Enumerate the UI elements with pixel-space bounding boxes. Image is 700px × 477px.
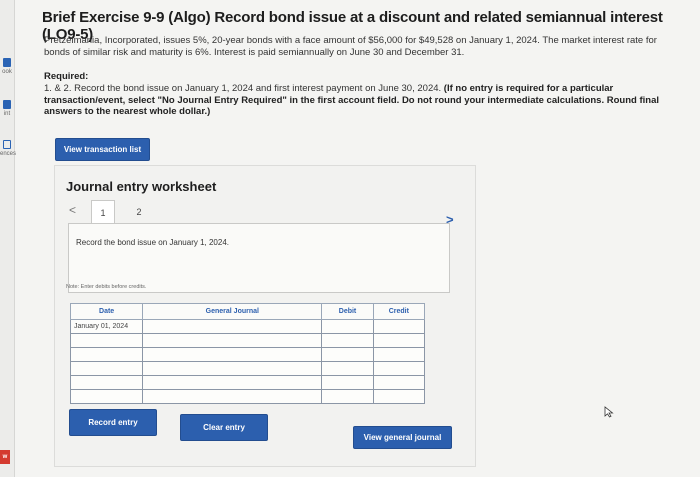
debit-input[interactable]: [321, 389, 374, 404]
print-icon: [3, 100, 11, 109]
rail-item-references[interactable]: ences: [0, 140, 17, 157]
required-heading: Required:: [44, 71, 89, 82]
col-header-debit: Debit: [321, 303, 374, 320]
date-cell: [69, 347, 144, 362]
date-cell: [69, 361, 144, 376]
account-select[interactable]: [142, 375, 323, 390]
col-header-credit: Credit: [372, 303, 426, 320]
table-row: [69, 375, 426, 390]
tab-1[interactable]: 1: [91, 200, 115, 225]
rail-item-label: ences: [0, 151, 17, 157]
credit-input[interactable]: [372, 361, 426, 376]
credit-input[interactable]: [372, 389, 426, 404]
account-select[interactable]: [142, 361, 323, 376]
journal-table: Date General Journal Debit Credit Januar…: [69, 303, 426, 404]
debit-input[interactable]: [321, 375, 374, 390]
clear-entry-button[interactable]: Clear entry: [180, 414, 268, 441]
transaction-description-box: [68, 223, 450, 293]
account-select[interactable]: [142, 389, 323, 404]
date-cell: January 01, 2024: [69, 319, 144, 334]
col-header-date: Date: [69, 303, 144, 320]
rail-item-print[interactable]: int: [0, 100, 14, 117]
prev-arrow-icon[interactable]: <: [69, 203, 76, 217]
left-rail: ook int ences w: [0, 0, 17, 477]
debit-input[interactable]: [321, 347, 374, 362]
record-entry-button[interactable]: Record entry: [69, 409, 157, 436]
problem-text: Pretzelmania, Incorporated, issues 5%, 2…: [44, 35, 657, 58]
rail-item-label: int: [3, 111, 11, 117]
credit-input[interactable]: [372, 375, 426, 390]
date-cell: [69, 375, 144, 390]
rail-item-book[interactable]: ook: [0, 58, 14, 75]
table-row: [69, 389, 426, 404]
account-select[interactable]: [142, 347, 323, 362]
required-instructions: 1. & 2. Record the bond issue on January…: [44, 83, 669, 118]
debit-input[interactable]: [321, 319, 374, 334]
book-icon: [3, 58, 11, 67]
mcgraw-hill-badge[interactable]: w: [0, 450, 10, 464]
view-general-journal-button[interactable]: View general journal: [353, 426, 452, 449]
table-row: [69, 333, 426, 348]
mouse-cursor-icon: [604, 406, 614, 418]
debit-input[interactable]: [321, 333, 374, 348]
worksheet-title: Journal entry worksheet: [66, 179, 217, 194]
transaction-description: Record the bond issue on January 1, 2024…: [76, 238, 229, 247]
date-cell: [69, 333, 144, 348]
col-header-general-journal: General Journal: [142, 303, 323, 320]
table-row: [69, 361, 426, 376]
table-row: [69, 347, 426, 362]
tab-2[interactable]: 2: [128, 200, 150, 224]
view-transaction-list-button[interactable]: View transaction list: [55, 138, 150, 161]
credit-input[interactable]: [372, 333, 426, 348]
credit-input[interactable]: [372, 319, 426, 334]
required-prefix: 1. & 2. Record the bond issue on January…: [44, 83, 442, 94]
references-icon: [3, 140, 11, 149]
debits-note: Note: Enter debits before credits.: [66, 284, 147, 290]
account-select[interactable]: [142, 319, 323, 334]
debit-input[interactable]: [321, 361, 374, 376]
account-select[interactable]: [142, 333, 323, 348]
date-cell: [69, 389, 144, 404]
table-row: January 01, 2024: [69, 319, 426, 334]
rail-item-label: ook: [2, 69, 12, 75]
credit-input[interactable]: [372, 347, 426, 362]
